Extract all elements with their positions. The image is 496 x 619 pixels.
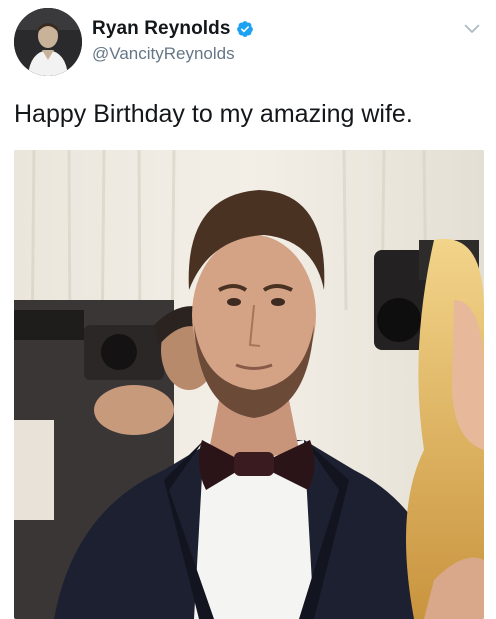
tweet-photo[interactable] xyxy=(14,150,484,619)
author-handle[interactable]: @VancityReynolds xyxy=(92,44,254,64)
verified-badge-icon xyxy=(236,21,253,37)
chevron-down-icon[interactable] xyxy=(464,24,480,34)
author-display-name[interactable]: Ryan Reynolds xyxy=(92,18,231,40)
author-avatar[interactable] xyxy=(14,8,82,76)
tweet-header: Ryan Reynolds @VancityReynolds xyxy=(14,8,484,78)
avatar-image xyxy=(14,8,82,76)
author-name-row: Ryan Reynolds xyxy=(92,16,254,42)
tweet-photo-image xyxy=(14,150,484,619)
tweet-text: Happy Birthday to my amazing wife. xyxy=(14,100,413,128)
tweet-card: Ryan Reynolds @VancityReynolds Happy Bir… xyxy=(0,0,496,619)
author-names: Ryan Reynolds @VancityReynolds xyxy=(92,16,254,64)
